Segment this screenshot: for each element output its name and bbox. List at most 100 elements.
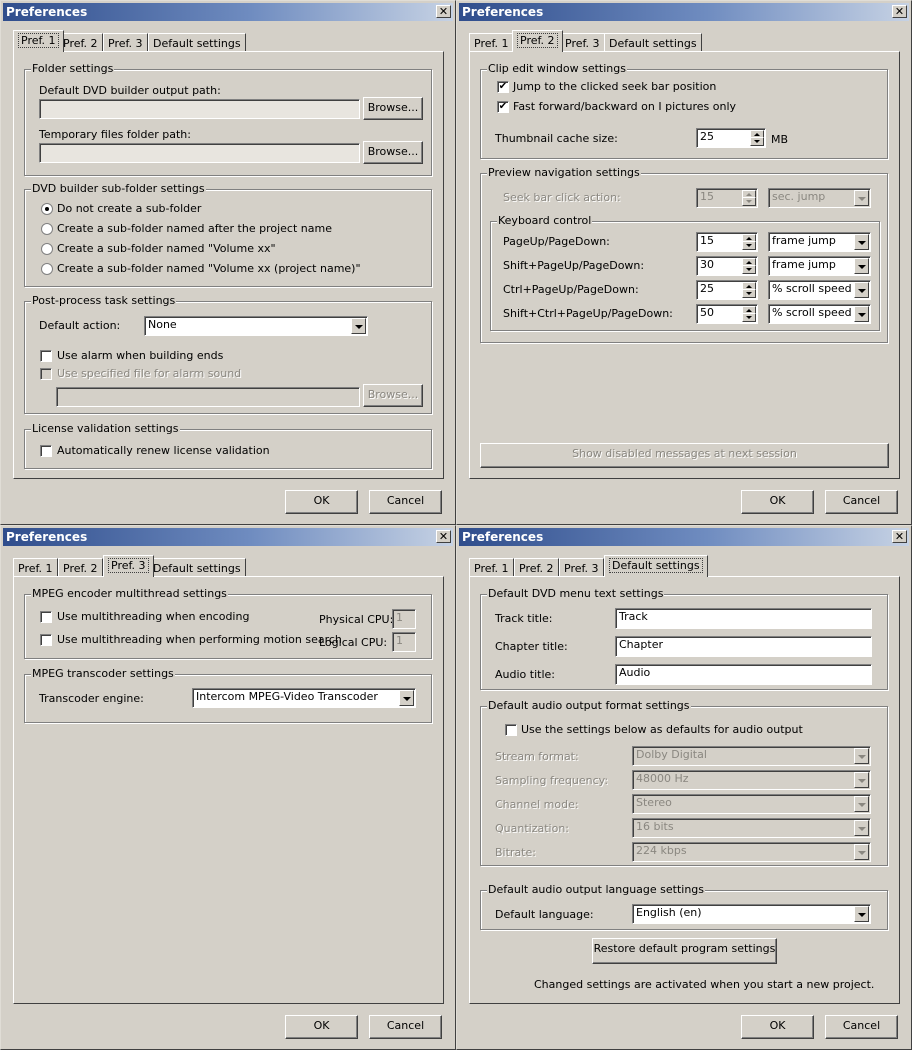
key-mode-select[interactable]: % scroll speed [768,280,871,300]
tab-pref3[interactable]: Pref. 3 [560,33,605,52]
key-mode-select[interactable]: frame jump [768,256,871,276]
tab-default-settings[interactable]: Default settings [148,33,246,52]
spinner-arrows-icon[interactable] [742,234,756,250]
seekbar-mode-select[interactable]: sec. jump [768,188,871,208]
mt-encoding-label[interactable]: Use multithreading when encoding [57,610,249,623]
track-title-field[interactable]: Track [615,608,872,629]
mt-motion-checkbox[interactable] [40,634,52,646]
key-value-spinner[interactable]: 30 [696,256,758,276]
ok-button[interactable]: OK [285,490,358,514]
dvd-output-path-field[interactable] [39,99,360,119]
browse-temp-button[interactable]: Browse... [363,141,423,164]
chevron-down-icon[interactable] [854,844,869,860]
tab-default-settings[interactable]: Default settings [148,558,246,577]
ok-button[interactable]: OK [741,490,814,514]
show-disabled-messages-button[interactable]: Show disabled messages at next session [480,443,889,468]
tab-default-settings[interactable]: Default settings [604,33,702,52]
radio-volume[interactable] [41,243,53,255]
key-value-spinner[interactable]: 50 [696,304,758,324]
tab-pref1[interactable]: Pref. 1 [13,558,58,577]
use-alarm-checkbox[interactable] [40,350,52,362]
radio-label[interactable]: Create a sub-folder named "Volume xx (pr… [57,262,361,275]
default-language-select[interactable]: English (en) [632,904,871,924]
use-file-checkbox[interactable] [40,368,52,380]
tab-pref1[interactable]: Pref. 1 [13,30,64,52]
auto-renew-checkbox[interactable] [40,445,52,457]
use-settings-label[interactable]: Use the settings below as defaults for a… [521,723,803,736]
ok-button[interactable]: OK [285,1015,358,1039]
chevron-down-icon[interactable] [854,772,869,788]
audio-title-field[interactable]: Audio [615,664,872,685]
thumb-cache-spinner[interactable]: 25 [696,128,766,148]
chevron-down-icon[interactable] [351,318,366,334]
ok-button[interactable]: OK [741,1015,814,1039]
cancel-button[interactable]: Cancel [825,490,898,514]
spinner-arrows-icon[interactable] [742,190,756,206]
chevron-down-icon[interactable] [854,796,869,812]
chevron-down-icon[interactable] [399,690,414,706]
key-mode-select[interactable]: % scroll speed [768,304,871,324]
jump-checkbox[interactable]: ✔ [497,81,509,93]
close-icon[interactable]: ✕ [436,5,451,18]
tab-pref2[interactable]: Pref. 2 [512,30,563,52]
chevron-down-icon[interactable] [854,820,869,836]
browse-alarm-button[interactable]: Browse... [363,384,423,407]
auto-renew-label[interactable]: Automatically renew license validation [57,444,270,457]
title-bar[interactable]: Preferences ✕ [3,3,453,21]
title-bar[interactable]: Preferences ✕ [3,528,453,546]
chevron-down-icon[interactable] [854,306,869,322]
radio-volume-project[interactable] [41,263,53,275]
chevron-down-icon[interactable] [854,258,869,274]
radio-no-subfolder[interactable] [41,203,53,215]
bitrate-select[interactable]: 224 kbps [632,842,871,862]
tab-pref2[interactable]: Pref. 2 [514,558,559,577]
tab-pref3[interactable]: Pref. 3 [103,555,154,577]
ff-label[interactable]: Fast forward/backward on I pictures only [513,100,736,113]
stream-format-select[interactable]: Dolby Digital [632,746,871,766]
radio-label[interactable]: Create a sub-folder named after the proj… [57,222,332,235]
cancel-button[interactable]: Cancel [369,1015,442,1039]
radio-project-name[interactable] [41,223,53,235]
use-alarm-label[interactable]: Use alarm when building ends [57,349,223,362]
tab-default-settings[interactable]: Default settings [604,555,708,577]
chevron-down-icon[interactable] [854,234,869,250]
temp-folder-path-field[interactable] [39,143,360,163]
browse-output-button[interactable]: Browse... [363,97,423,120]
tab-pref2[interactable]: Pref. 2 [58,558,103,577]
use-settings-checkbox[interactable] [505,724,517,736]
channel-mode-select[interactable]: Stereo [632,794,871,814]
ff-checkbox[interactable]: ✔ [497,101,509,113]
radio-label[interactable]: Create a sub-folder named "Volume xx" [57,242,276,255]
tab-pref1[interactable]: Pref. 1 [469,558,514,577]
chevron-down-icon[interactable] [854,906,869,922]
close-icon[interactable]: ✕ [436,530,451,543]
jump-label[interactable]: Jump to the clicked seek bar position [513,80,716,93]
alarm-file-field[interactable] [56,387,360,407]
tab-pref2[interactable]: Pref. 2 [58,33,103,52]
tab-pref3[interactable]: Pref. 3 [103,33,148,52]
key-mode-select[interactable]: frame jump [768,232,871,252]
close-icon[interactable]: ✕ [892,5,907,18]
spinner-arrows-icon[interactable] [742,258,756,274]
chapter-title-field[interactable]: Chapter [615,636,872,657]
title-bar[interactable]: Preferences ✕ [459,528,909,546]
sampling-frequency-select[interactable]: 48000 Hz [632,770,871,790]
chevron-down-icon[interactable] [854,748,869,764]
spinner-arrows-icon[interactable] [750,130,764,146]
transcoder-engine-select[interactable]: Intercom MPEG-Video Transcoder [192,688,416,708]
spinner-arrows-icon[interactable] [742,306,756,322]
chevron-down-icon[interactable] [854,282,869,298]
cancel-button[interactable]: Cancel [825,1015,898,1039]
title-bar[interactable]: Preferences ✕ [459,3,909,21]
cancel-button[interactable]: Cancel [369,490,442,514]
mt-motion-label[interactable]: Use multithreading when performing motio… [57,633,342,646]
restore-defaults-button[interactable]: Restore default program settings [592,938,777,964]
seekbar-spinner[interactable]: 15 [696,188,758,208]
close-icon[interactable]: ✕ [892,530,907,543]
default-action-select[interactable]: None [144,316,368,336]
quantization-select[interactable]: 16 bits [632,818,871,838]
tab-pref3[interactable]: Pref. 3 [559,558,604,577]
tab-pref1[interactable]: Pref. 1 [469,33,514,52]
key-value-spinner[interactable]: 15 [696,232,758,252]
chevron-down-icon[interactable] [854,190,869,206]
